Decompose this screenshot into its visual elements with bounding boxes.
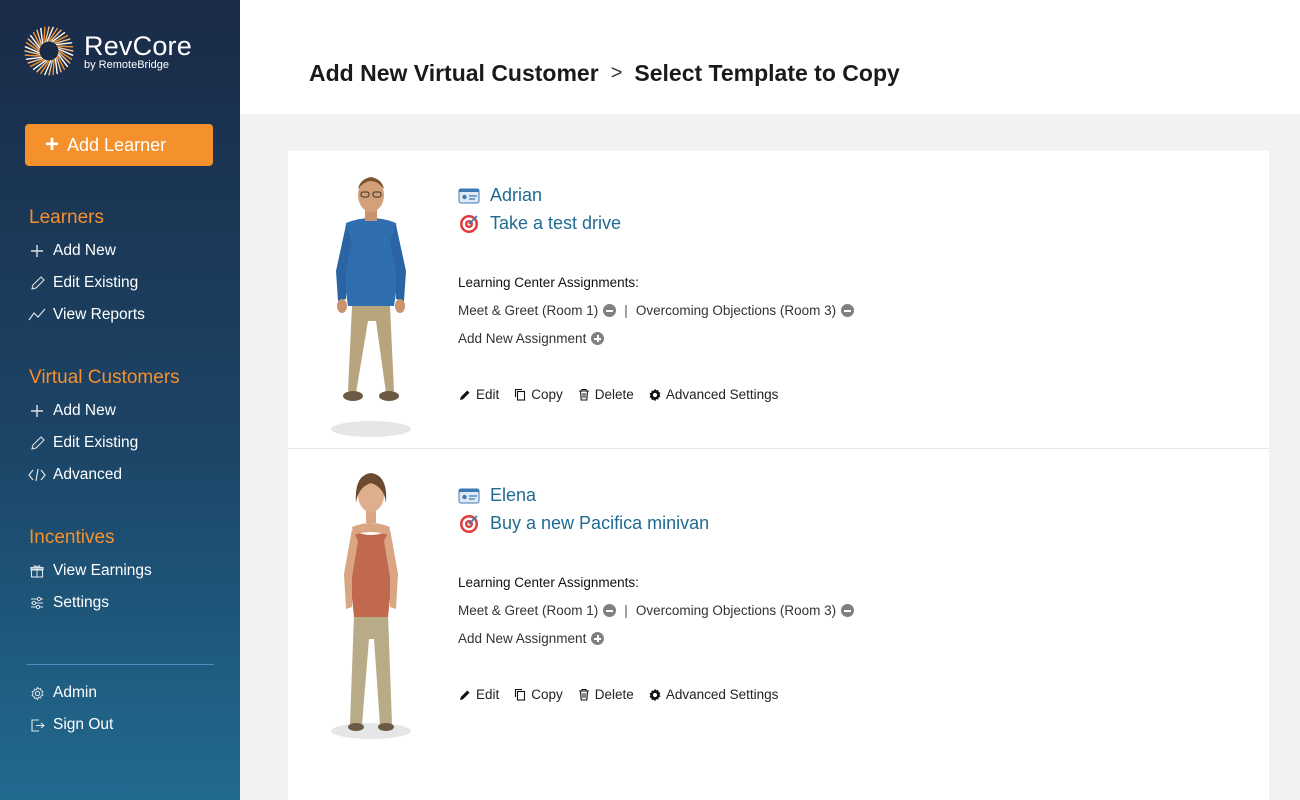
- trash-icon: [577, 688, 591, 702]
- customer-goal: Take a test drive: [490, 213, 622, 233]
- nav-sign-out[interactable]: Sign Out: [26, 716, 113, 734]
- customer-goal-row[interactable]: Take a test drive: [458, 213, 621, 234]
- id-card-icon: [458, 187, 480, 205]
- sliders-icon: [26, 594, 48, 612]
- copy-button[interactable]: Copy: [513, 687, 563, 702]
- add-assignment-link[interactable]: Add New Assignment: [458, 631, 605, 646]
- add-circle-icon: [591, 332, 605, 345]
- remove-assignment-icon[interactable]: [603, 304, 617, 317]
- nav-learners-add-new[interactable]: Add New: [26, 242, 116, 260]
- gear-icon: [648, 388, 662, 402]
- plus-icon: +: [45, 131, 60, 158]
- delete-button[interactable]: Delete: [577, 387, 634, 402]
- advanced-settings-button[interactable]: Advanced Settings: [648, 687, 778, 702]
- copy-button[interactable]: Copy: [513, 387, 563, 402]
- customer-actions: Edit Copy Delete Advanced Settings: [458, 687, 792, 702]
- page-header: Add New Virtual Customer > Select Templa…: [240, 0, 1300, 114]
- breadcrumb-separator: >: [610, 62, 623, 84]
- plus-icon: [26, 402, 48, 420]
- sidebar: RevCore by RemoteBridge + Add Learner Le…: [0, 0, 240, 800]
- pencil-icon: [458, 388, 472, 402]
- assignments-title: Learning Center Assignments:: [458, 575, 639, 590]
- customer-name-row[interactable]: Elena: [458, 485, 536, 506]
- gear-icon: [648, 688, 662, 702]
- assignments-list: Meet & Greet (Room 1) | Overcoming Objec…: [458, 303, 855, 318]
- assignments-title: Learning Center Assignments:: [458, 275, 639, 290]
- nav-label: Edit Existing: [53, 434, 139, 451]
- remove-assignment-icon[interactable]: [841, 604, 855, 617]
- assignment-item: Meet & Greet (Room 1): [458, 303, 599, 318]
- male-avatar-image: [331, 177, 411, 437]
- customer-name: Adrian: [490, 185, 543, 205]
- delete-button[interactable]: Delete: [577, 687, 634, 702]
- revcore-logo-icon: [24, 26, 74, 76]
- add-circle-icon: [591, 632, 605, 645]
- trend-line-icon: [26, 306, 48, 324]
- pencil-icon: [458, 688, 472, 702]
- virtual-customer-card: Elena Buy a new Pacifica minivan Learnin…: [288, 448, 1269, 745]
- female-avatar-image: [331, 473, 411, 739]
- section-title-learners: Learners: [29, 207, 104, 228]
- nav-label: Add New: [53, 242, 116, 259]
- assignment-item: Meet & Greet (Room 1): [458, 603, 599, 618]
- edit-button[interactable]: Edit: [458, 687, 499, 702]
- remove-assignment-icon[interactable]: [603, 604, 617, 617]
- nav-label: Admin: [53, 684, 97, 701]
- section-title-virtual-customers: Virtual Customers: [29, 367, 180, 388]
- plus-icon: [26, 242, 48, 260]
- nav-incentives-view-earnings[interactable]: View Earnings: [26, 562, 152, 580]
- customer-actions: Edit Copy Delete Advanced Settings: [458, 387, 792, 402]
- trash-icon: [577, 388, 591, 402]
- nav-incentives-settings[interactable]: Settings: [26, 594, 109, 612]
- assignment-item: Overcoming Objections (Room 3): [635, 303, 837, 318]
- edit-button[interactable]: Edit: [458, 387, 499, 402]
- customer-goal-row[interactable]: Buy a new Pacifica minivan: [458, 513, 709, 534]
- remove-assignment-icon[interactable]: [841, 304, 855, 317]
- pencil-icon: [26, 434, 48, 452]
- nav-label: Settings: [53, 594, 110, 611]
- add-assignment-label: Add New Assignment: [458, 631, 587, 646]
- gear-icon: [26, 684, 48, 702]
- add-assignment-label: Add New Assignment: [458, 331, 587, 346]
- nav-admin[interactable]: Admin: [26, 684, 97, 702]
- gift-icon: [26, 562, 48, 580]
- nav-label: Add New: [53, 402, 116, 419]
- target-icon: [458, 214, 480, 233]
- nav-learners-edit-existing[interactable]: Edit Existing: [26, 274, 138, 292]
- brand-logo[interactable]: RevCore by RemoteBridge: [24, 26, 192, 76]
- breadcrumb-current: Select Template to Copy: [634, 60, 900, 86]
- breadcrumb-parent[interactable]: Add New Virtual Customer: [309, 60, 599, 87]
- nav-label: Sign Out: [53, 716, 114, 733]
- nav-label: Advanced: [53, 466, 122, 483]
- advanced-settings-button[interactable]: Advanced Settings: [648, 387, 778, 402]
- copy-icon: [513, 388, 527, 402]
- id-card-icon: [458, 487, 480, 505]
- breadcrumb: Add New Virtual Customer > Select Templa…: [309, 60, 900, 87]
- nav-learners-view-reports[interactable]: View Reports: [26, 306, 145, 324]
- copy-icon: [513, 688, 527, 702]
- brand-name: RevCore: [84, 30, 192, 61]
- add-assignment-link[interactable]: Add New Assignment: [458, 331, 605, 346]
- sidebar-divider: [27, 664, 214, 665]
- add-learner-label: Add Learner: [67, 134, 167, 155]
- nav-vc-edit-existing[interactable]: Edit Existing: [26, 434, 138, 452]
- add-learner-button[interactable]: + Add Learner: [25, 124, 213, 166]
- customer-name-row[interactable]: Adrian: [458, 185, 542, 206]
- section-title-incentives: Incentives: [29, 527, 115, 548]
- code-icon: [26, 466, 48, 484]
- customer-name: Elena: [490, 485, 537, 505]
- virtual-customer-card: Adrian Take a test drive Learning Center…: [288, 151, 1269, 448]
- target-icon: [458, 514, 480, 533]
- assignments-list: Meet & Greet (Room 1) | Overcoming Objec…: [458, 603, 855, 618]
- pencil-icon: [26, 274, 48, 292]
- assignment-item: Overcoming Objections (Room 3): [635, 603, 837, 618]
- sign-out-icon: [26, 716, 48, 734]
- virtual-customer-list: Adrian Take a test drive Learning Center…: [288, 151, 1269, 800]
- nav-label: View Earnings: [53, 562, 152, 579]
- nav-label: View Reports: [53, 306, 145, 323]
- nav-vc-advanced[interactable]: Advanced: [26, 466, 122, 484]
- nav-vc-add-new[interactable]: Add New: [26, 402, 116, 420]
- customer-goal: Buy a new Pacifica minivan: [490, 513, 710, 533]
- nav-label: Edit Existing: [53, 274, 139, 291]
